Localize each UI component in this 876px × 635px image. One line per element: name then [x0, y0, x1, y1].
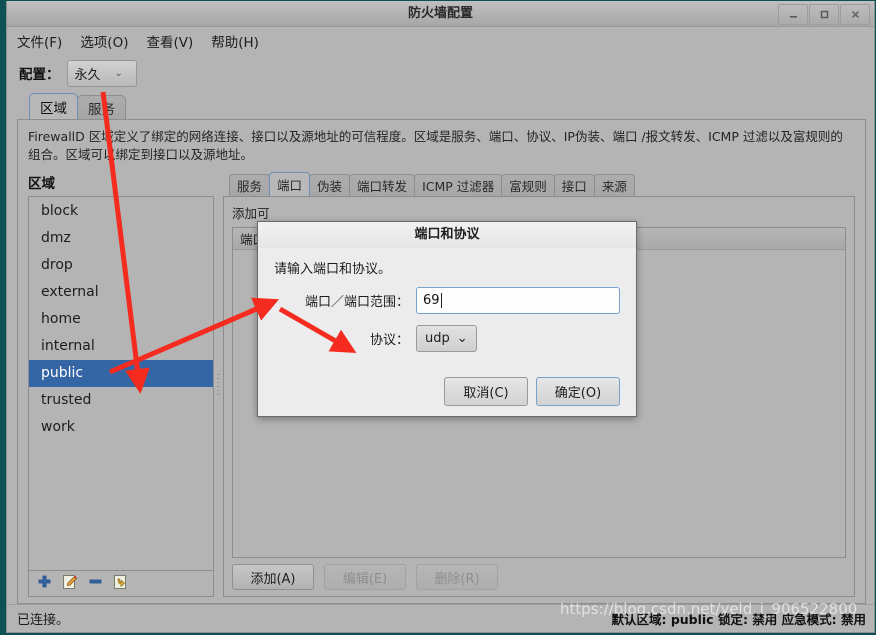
- menu-file[interactable]: 文件(F): [17, 29, 72, 53]
- ports-note: 添加可: [232, 206, 270, 222]
- list-item-selected[interactable]: public: [29, 360, 213, 388]
- tab-sources[interactable]: 来源: [593, 174, 635, 197]
- splitter-grip: [217, 373, 220, 396]
- protocol-field-label: 协议：: [369, 333, 409, 348]
- protocol-select[interactable]: udp ⌄: [416, 325, 477, 352]
- port-field-label: 端口／端口范围：: [304, 295, 409, 310]
- configuration-select-value: 永久: [74, 67, 101, 83]
- status-bar: 已连接。 默认区域: public 锁定: 禁用 应急模式: 禁用: [7, 604, 874, 632]
- window-controls: [778, 4, 870, 25]
- window-title: 防火墙配置: [407, 6, 473, 21]
- list-item[interactable]: internal: [29, 333, 213, 360]
- minimize-icon[interactable]: [778, 4, 808, 25]
- title-bar: 防火墙配置: [7, 1, 874, 27]
- cancel-button[interactable]: 取消(C): [444, 377, 528, 406]
- firewall-status-summary: 默认区域: public 锁定: 禁用 应急模式: 禁用: [611, 612, 866, 627]
- list-item[interactable]: external: [29, 279, 213, 306]
- edit-zone-icon[interactable]: [62, 574, 78, 594]
- list-item[interactable]: trusted: [29, 387, 213, 414]
- configuration-row: 配置： 永久 ⌄: [7, 55, 874, 91]
- list-item[interactable]: block: [29, 198, 213, 225]
- list-item[interactable]: work: [29, 414, 213, 441]
- tab-services[interactable]: 服务: [77, 95, 126, 119]
- configuration-label: 配置：: [19, 67, 60, 83]
- zone-list-toolbar: [28, 571, 214, 597]
- port-input-value: 69: [423, 293, 440, 308]
- protocol-field-row: 协议： udp ⌄: [274, 325, 620, 352]
- dialog-prompt: 请输入端口和协议。: [274, 262, 392, 277]
- tab-services-inner[interactable]: 服务: [229, 174, 271, 197]
- port-input[interactable]: 69: [416, 287, 620, 314]
- configuration-select[interactable]: 永久 ⌄: [66, 59, 137, 87]
- add-port-button[interactable]: 添加(A): [232, 564, 314, 590]
- remove-port-button: 删除(R): [416, 564, 498, 590]
- tab-icmp-filter[interactable]: ICMP 过滤器: [414, 174, 503, 197]
- tab-ports[interactable]: 端口: [269, 172, 311, 197]
- zones-left-pane: 区域 block dmz drop external home internal…: [28, 172, 214, 597]
- maximize-icon[interactable]: [809, 4, 839, 25]
- tab-masquerade[interactable]: 伪装: [309, 174, 351, 197]
- zone-settings-tabstrip: 服务 端口 伪装 端口转发 ICMP 过滤器 富规则 接口 来源: [223, 172, 855, 197]
- add-zone-icon[interactable]: [37, 574, 52, 593]
- ports-action-buttons: 添加(A) 编辑(E) 删除(R): [232, 558, 846, 590]
- main-tabstrip: 区域 服务: [17, 93, 866, 119]
- chevron-down-icon: ⌄: [114, 67, 123, 79]
- edit-port-button: 编辑(E): [324, 564, 406, 590]
- menu-options[interactable]: 选项(O): [80, 29, 138, 53]
- chevron-down-icon: ⌄: [456, 331, 468, 346]
- menu-bar: 文件(F) 选项(O) 查看(V) 帮助(H): [7, 27, 874, 55]
- port-protocol-dialog: 端口和协议 请输入端口和协议。 端口／端口范围： 69 协议： udp ⌄ 取消…: [257, 221, 637, 417]
- ok-button[interactable]: 确定(O): [536, 377, 620, 406]
- zones-description: FirewallD 区域定义了绑定的网络连接、接口以及源地址的可信程度。区域是服…: [28, 129, 843, 163]
- tab-interfaces[interactable]: 接口: [553, 174, 595, 197]
- load-defaults-icon[interactable]: [113, 574, 129, 594]
- zones-pane-title: 区域: [28, 176, 55, 193]
- remove-zone-icon[interactable]: [88, 574, 103, 593]
- pane-splitter[interactable]: [214, 172, 223, 597]
- close-icon[interactable]: [840, 4, 870, 25]
- dialog-buttons: 取消(C) 确定(O): [258, 375, 636, 416]
- tab-port-forward[interactable]: 端口转发: [349, 174, 416, 197]
- port-field-row: 端口／端口范围： 69: [274, 287, 620, 314]
- tab-zones[interactable]: 区域: [29, 93, 78, 119]
- list-item[interactable]: dmz: [29, 225, 213, 252]
- text-cursor: [440, 293, 442, 308]
- list-item[interactable]: drop: [29, 252, 213, 279]
- firewall-config-window: 防火墙配置 文件(F) 选项(O) 查看(V) 帮助(H) 配置： 永久 ⌄ 区…: [6, 1, 875, 633]
- dialog-body: 请输入端口和协议。 端口／端口范围： 69 协议： udp ⌄: [258, 248, 636, 375]
- protocol-select-value: udp: [425, 331, 450, 346]
- menu-help[interactable]: 帮助(H): [211, 29, 269, 53]
- list-item[interactable]: home: [29, 306, 213, 333]
- tab-rich-rules[interactable]: 富规则: [501, 174, 555, 197]
- menu-view[interactable]: 查看(V): [146, 29, 203, 53]
- connection-status: 已连接。: [17, 613, 70, 628]
- zone-list[interactable]: block dmz drop external home internal pu…: [28, 196, 214, 571]
- dialog-title: 端口和协议: [258, 222, 636, 248]
